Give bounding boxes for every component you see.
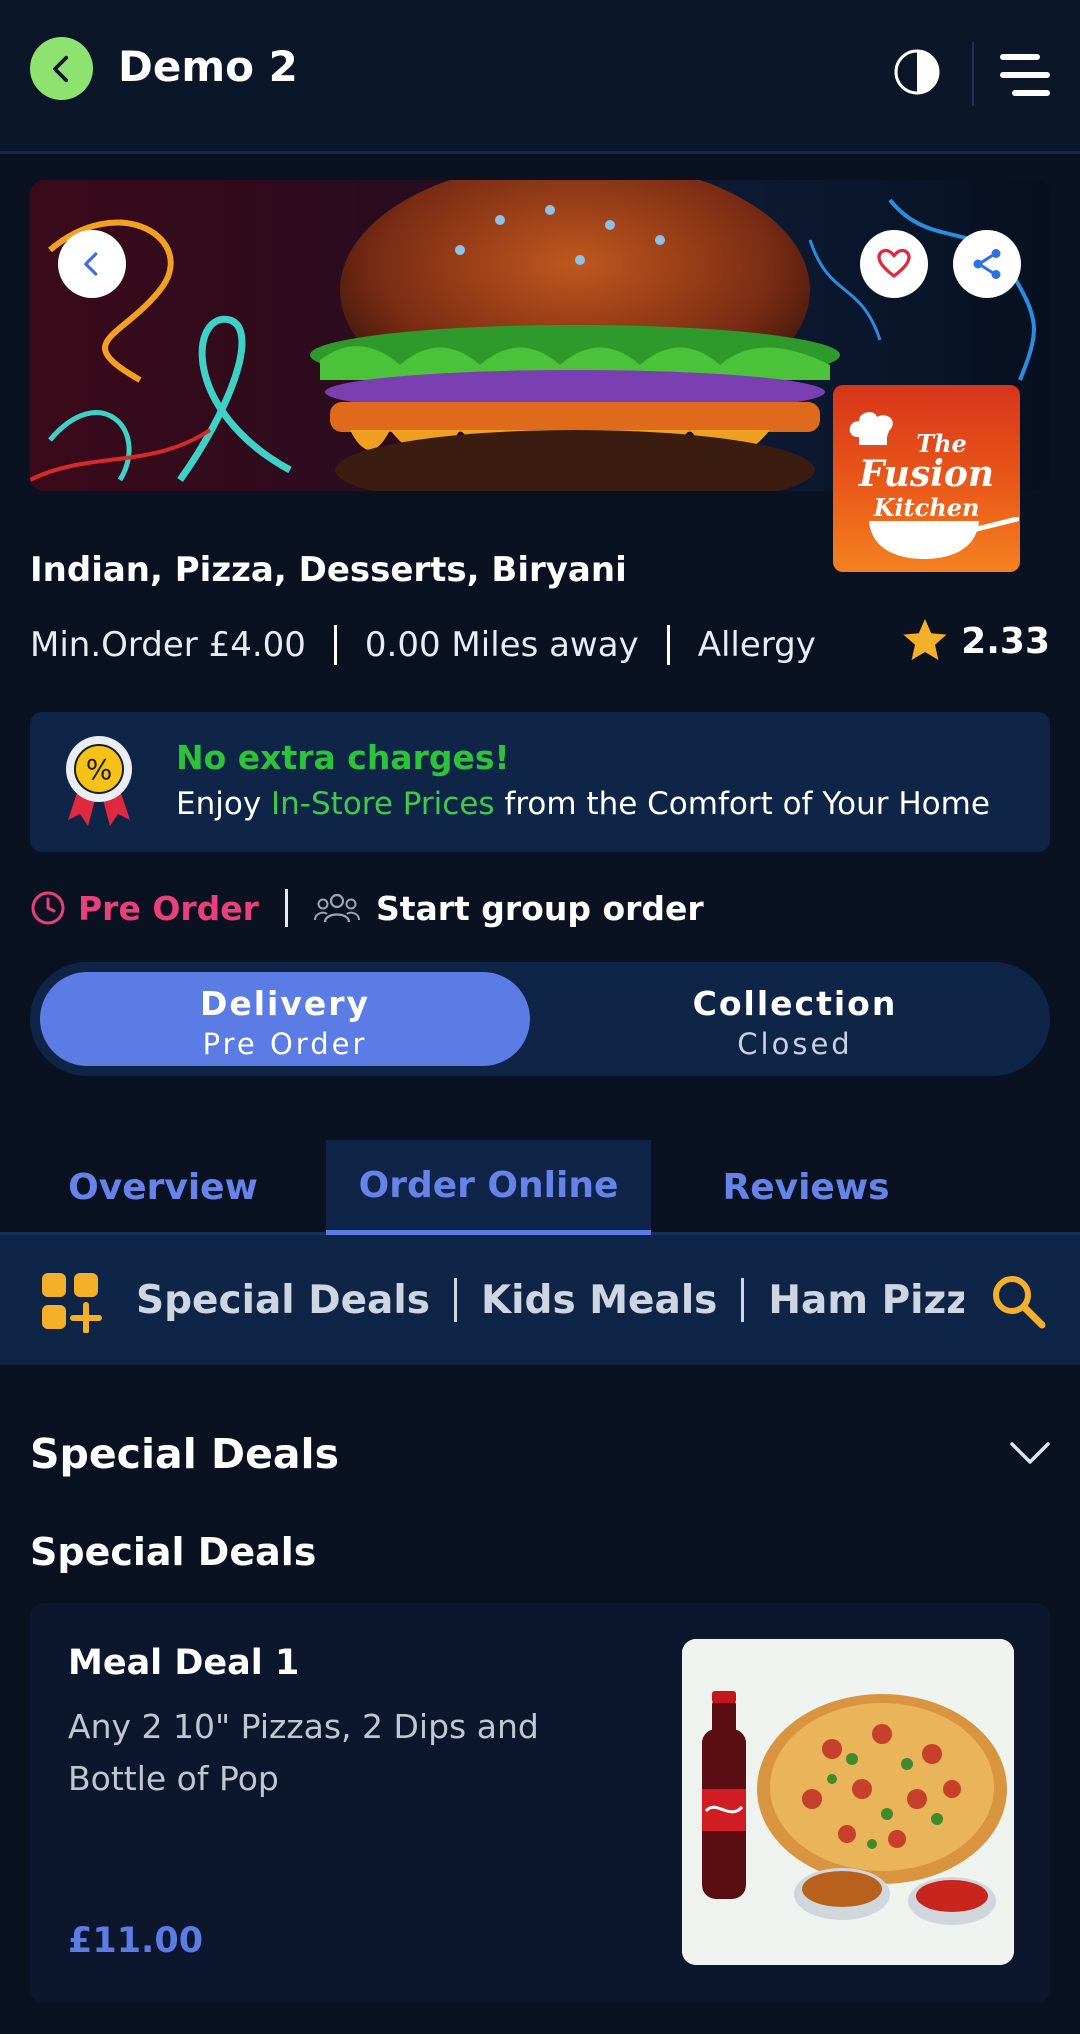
banner-back-button[interactable] [58,230,126,298]
back-button[interactable] [30,37,93,100]
divider [333,625,337,665]
promo-banner: % No extra charges! Enjoy In-Store Price… [30,712,1050,852]
category-grid-icon[interactable] [40,1271,102,1333]
app-bar: Demo 2 [0,0,1080,154]
collection-label: Collection [692,984,898,1023]
rating-value: 2.33 [961,620,1050,662]
promo-title: No extra charges! [176,738,510,777]
chevron-left-icon [52,55,68,82]
category-strip: Special Deals Kids Meals Ham Pizzas Ve [136,1235,964,1365]
tab-order-online[interactable]: Order Online [326,1140,651,1235]
item-name: Meal Deal 1 [68,1643,300,1683]
item-price: £11.00 [68,1921,204,1961]
promo-text: Enjoy [176,786,272,822]
collection-option[interactable]: Collection Closed [550,972,1040,1066]
favorite-button[interactable] [860,230,928,298]
divider [741,1278,745,1322]
chevron-down-icon[interactable] [1008,1436,1052,1472]
tab-bar: Overview Order Online Reviews [0,1140,1080,1235]
cuisine-list: Indian, Pizza, Desserts, Biryani [30,550,627,590]
pre-order-button[interactable]: Pre Order [78,889,259,928]
distance: 0.00 Miles away [364,625,639,665]
category-scroller[interactable]: Special Deals Kids Meals Ham Pizzas Ve [128,1235,964,1365]
share-button[interactable] [953,230,1021,298]
pizza-meal-image [682,1639,1014,1965]
order-options: Pre Order Start group order [30,882,704,934]
category-item[interactable]: Special Deals [136,1278,430,1323]
share-icon [973,249,1001,279]
divider [453,1278,457,1322]
category-item[interactable]: Kids Meals [481,1278,717,1323]
bowl-icon [869,517,1019,559]
delivery-option[interactable]: Delivery Pre Order [40,972,530,1066]
collection-status: Closed [737,1027,853,1061]
chevron-left-icon [84,252,98,276]
item-image [682,1639,1014,1965]
clock-icon [31,891,65,925]
menu-icon [1000,54,1050,96]
menu-button[interactable] [998,52,1052,98]
delivery-status: Pre Order [202,1027,368,1061]
contrast-icon [894,49,940,95]
divider [666,625,670,665]
promo-text: from the Comfort of Your Home [494,786,990,822]
subsection-title: Special Deals [30,1530,317,1574]
category-item[interactable]: Ham Pizzas [768,1278,964,1323]
item-description: Any 2 10" Pizzas, 2 Dips and Bottle of P… [68,1707,539,1798]
delivery-label: Delivery [199,984,371,1023]
discount-badge-icon: % [66,736,132,826]
min-order: Min.Order £4.00 [30,625,306,665]
service-type-toggle: Delivery Pre Order Collection Closed [30,962,1050,1076]
page-title: Demo 2 [118,42,298,91]
theme-toggle-button[interactable] [893,48,941,96]
group-icon [313,893,360,923]
search-icon[interactable] [990,1273,1046,1329]
tab-overview[interactable]: Overview [0,1140,326,1235]
heart-icon [877,248,911,278]
star-icon [903,619,947,660]
category-bar: Special Deals Kids Meals Ham Pizzas Ve [0,1235,1080,1365]
section-title: Special Deals [30,1430,340,1478]
menu-item-card[interactable]: Meal Deal 1 Any 2 10" Pizzas, 2 Dips and… [30,1603,1050,2003]
restaurant-logo: The Fusion Kitchen [833,385,1020,572]
allergy-link[interactable]: Allergy [698,625,816,665]
group-order-button[interactable]: Start group order [376,889,704,928]
divider [972,42,974,106]
promo-subtitle: Enjoy In-Store Prices from the Comfort o… [176,786,990,822]
svg-text:%: % [86,753,113,786]
rating[interactable]: 2.33 [901,618,1050,664]
logo-text-line: Fusion [858,453,995,495]
restaurant-meta: Min.Order £4.00 0.00 Miles away Allergy [30,622,816,668]
promo-highlight: In-Store Prices [271,786,495,822]
divider [284,889,288,927]
tab-reviews[interactable]: Reviews [651,1140,961,1235]
